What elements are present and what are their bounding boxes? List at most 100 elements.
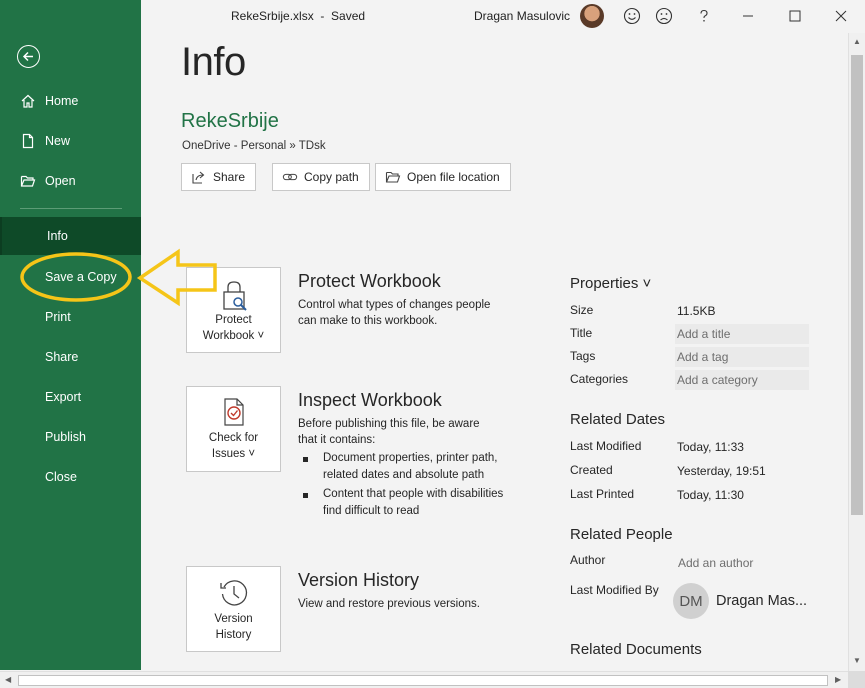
check-for-issues-button[interactable]: Check for Issues ˅ xyxy=(186,386,281,472)
smile-feedback-icon[interactable] xyxy=(622,6,642,26)
version-history-title: Version History xyxy=(298,570,420,590)
size-value: 11.5KB xyxy=(677,304,716,318)
last-modified-by-label: Last Modified By xyxy=(570,583,659,597)
created-label: Created xyxy=(570,463,613,477)
inspect-issues-list: Document properties, printer path, relat… xyxy=(300,450,510,522)
last-printed-value: Today, 11:30 xyxy=(677,488,744,502)
version-history-label-2: History xyxy=(215,629,252,641)
copy-path-button-label: Copy path xyxy=(304,170,359,184)
backstage-sidebar: Home New Open Info Save a Copy Print Sha… xyxy=(0,0,141,670)
copy-path-button[interactable]: Copy path xyxy=(272,163,370,191)
vertical-scrollbar-thumb[interactable] xyxy=(851,55,863,515)
scroll-down-icon[interactable]: ▼ xyxy=(853,656,861,665)
last-printed-label: Last Printed xyxy=(570,487,635,501)
sidebar-item-home[interactable]: Home xyxy=(0,82,141,120)
created-value: Yesterday, 19:51 xyxy=(677,464,766,478)
sidebar-item-label: Save a Copy xyxy=(45,270,117,284)
sidebar-item-export[interactable]: Export xyxy=(0,378,141,416)
author-label: Author xyxy=(570,553,606,567)
help-icon[interactable] xyxy=(694,6,714,26)
open-file-location-label: Open file location xyxy=(407,170,500,184)
categories-label: Categories xyxy=(570,372,629,386)
back-button[interactable] xyxy=(17,45,40,68)
sidebar-item-publish[interactable]: Publish xyxy=(0,418,141,456)
sidebar-item-save-a-copy[interactable]: Save a Copy xyxy=(0,258,141,296)
properties-dropdown[interactable]: Properties ˅ xyxy=(570,275,651,292)
protect-workbook-description: Control what types of changes people can… xyxy=(298,299,491,327)
sidebar-item-info[interactable]: Info xyxy=(0,217,141,255)
home-icon xyxy=(19,92,37,110)
inspect-document-icon xyxy=(224,398,244,426)
open-file-location-button[interactable]: Open file location xyxy=(375,163,511,191)
scrollbar-corner xyxy=(848,671,865,688)
related-people-heading: Related People xyxy=(570,526,673,543)
related-documents-heading: Related Documents xyxy=(570,641,702,658)
scroll-up-icon[interactable]: ▲ xyxy=(853,37,861,46)
file-path: OneDrive - Personal » TDsk xyxy=(182,140,326,152)
title-field[interactable]: Add a title xyxy=(675,324,809,344)
close-icon[interactable] xyxy=(831,6,851,26)
version-history-label-1: Version xyxy=(214,613,253,625)
share-icon xyxy=(191,169,207,185)
sidebar-item-label: Close xyxy=(45,470,77,484)
last-modified-label: Last Modified xyxy=(570,439,642,453)
sidebar-item-label: Publish xyxy=(45,430,86,444)
scroll-right-icon[interactable]: ▶ xyxy=(835,675,841,684)
new-document-icon xyxy=(19,132,37,150)
tags-field[interactable]: Add a tag xyxy=(675,347,809,367)
folder-open-icon xyxy=(385,169,401,185)
horizontal-scrollbar[interactable]: ◀ ▶ xyxy=(0,671,848,688)
share-button[interactable]: Share xyxy=(181,163,257,191)
sidebar-item-label: Share xyxy=(45,350,79,364)
modifier-avatar: DM xyxy=(673,583,709,619)
minimize-icon[interactable] xyxy=(738,6,758,26)
sidebar-item-print[interactable]: Print xyxy=(0,298,141,336)
sidebar-item-new[interactable]: New xyxy=(0,122,141,160)
list-item: Content that people with disabilities fi… xyxy=(300,486,510,520)
account-name[interactable]: Dragan Masulovic xyxy=(474,9,570,23)
avatar[interactable] xyxy=(580,4,604,28)
related-dates-heading: Related Dates xyxy=(570,411,666,428)
sidebar-item-label: Home xyxy=(45,94,79,108)
folder-open-icon xyxy=(19,172,37,190)
inspect-workbook-description: Before publishing this file, be aware th… xyxy=(298,418,480,446)
sidebar-item-open[interactable]: Open xyxy=(0,162,141,200)
protect-workbook-label-1: Protect xyxy=(215,314,252,326)
file-name: RekeSrbije xyxy=(181,110,279,132)
title-label: Title xyxy=(570,326,593,340)
sidebar-item-label: New xyxy=(45,134,71,148)
categories-field[interactable]: Add a category xyxy=(675,370,809,390)
share-button-label: Share xyxy=(213,170,246,184)
back-arrow-icon xyxy=(22,51,33,62)
document-title: RekeSrbije.xlsx - Saved xyxy=(231,9,366,23)
link-icon xyxy=(282,169,298,185)
sidebar-item-label: Print xyxy=(45,310,71,324)
sidebar-item-label: Open xyxy=(45,174,76,188)
list-item: Document properties, printer path, relat… xyxy=(300,450,510,484)
scroll-left-icon[interactable]: ◀ xyxy=(5,675,11,684)
tags-label: Tags xyxy=(570,349,596,363)
frown-feedback-icon[interactable] xyxy=(654,6,674,26)
protect-workbook-button[interactable]: Protect Workbook ˅ xyxy=(186,267,281,353)
sidebar-divider xyxy=(20,208,122,209)
last-modified-value: Today, 11:33 xyxy=(677,440,744,454)
size-label: Size xyxy=(570,303,594,317)
inspect-workbook-title: Inspect Workbook xyxy=(298,390,442,410)
horizontal-scrollbar-thumb[interactable] xyxy=(18,675,828,686)
protect-workbook-title: Protect Workbook xyxy=(298,271,441,291)
sidebar-item-label: Export xyxy=(45,390,82,404)
lock-icon xyxy=(223,281,247,311)
modifier-name[interactable]: Dragan Mas... xyxy=(716,593,807,609)
maximize-icon[interactable] xyxy=(785,6,805,26)
version-history-button[interactable]: Version History xyxy=(186,566,281,652)
vertical-scrollbar[interactable]: ▲ ▼ xyxy=(848,33,865,671)
sidebar-item-share[interactable]: Share xyxy=(0,338,141,376)
title-bar: RekeSrbije.xlsx - Saved Dragan Masulovic xyxy=(141,0,865,32)
sidebar-item-close[interactable]: Close xyxy=(0,458,141,496)
author-field[interactable]: Add an author xyxy=(676,553,810,573)
version-history-description: View and restore previous versions. xyxy=(298,598,480,610)
check-for-issues-label-1: Check for xyxy=(208,432,259,444)
history-clock-icon xyxy=(220,580,248,606)
page-title: Info xyxy=(181,40,246,84)
check-for-issues-label-2: Issues ˅ xyxy=(211,448,256,460)
